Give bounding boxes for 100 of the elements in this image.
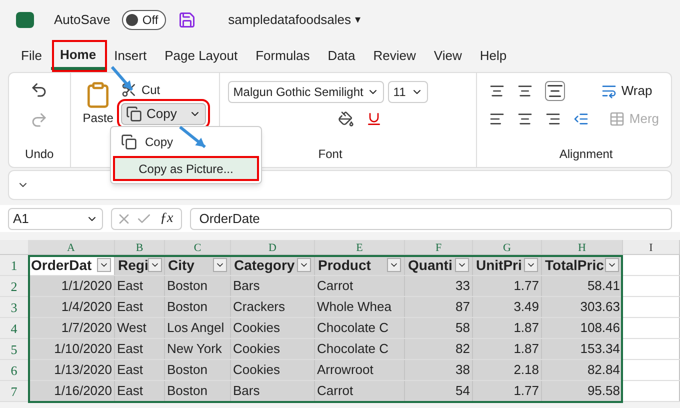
row-number[interactable]: 1 — [0, 255, 28, 275]
table-cell: Carrot — [315, 381, 405, 401]
scissors-icon — [121, 82, 138, 98]
ribbon-tab[interactable]: Review — [364, 42, 425, 70]
table-cell: 1.77 — [473, 381, 542, 401]
filter-dropdown-icon[interactable] — [213, 258, 227, 272]
table-cell: 58 — [405, 318, 473, 338]
table-cell: 38 — [405, 360, 473, 380]
cut-button[interactable]: Cut — [121, 81, 206, 99]
column-header[interactable]: D — [231, 240, 315, 254]
wrap-button[interactable]: Wrap — [601, 81, 652, 101]
table-header-cell-text: Regi — [118, 256, 148, 275]
fill-color-icon[interactable] — [338, 111, 354, 127]
ribbon-tab[interactable]: File — [12, 42, 51, 70]
table-cell: Crackers — [231, 297, 315, 317]
align-right-icon[interactable] — [545, 110, 562, 127]
autosave-toggle[interactable]: Off — [122, 10, 166, 30]
ribbon-tab[interactable]: Data — [318, 42, 364, 70]
name-box[interactable]: A1 — [8, 208, 103, 230]
align-left-icon[interactable] — [489, 110, 506, 127]
column-header[interactable]: G — [473, 240, 542, 254]
table-cell: 153.34 — [542, 339, 623, 359]
column-header[interactable]: B — [115, 240, 165, 254]
title-menu-caret[interactable]: ▾ — [355, 12, 362, 28]
formula-field[interactable]: OrderDate — [190, 208, 672, 230]
excel-logo-icon — [16, 12, 34, 28]
align-top-icon[interactable] — [489, 83, 506, 99]
align-middle-icon[interactable] — [517, 83, 534, 99]
font-name-field[interactable]: Malgun Gothic Semilight — [228, 81, 384, 103]
group-label: Alignment — [558, 146, 614, 163]
table-cell: 1.87 — [473, 318, 542, 338]
table-cell: 1.87 — [473, 339, 542, 359]
table-cell: East — [115, 381, 165, 401]
row-number[interactable]: 4 — [0, 318, 28, 338]
table-cell: East — [115, 360, 165, 380]
copy-icon — [126, 106, 142, 122]
undo-icon[interactable] — [30, 81, 48, 99]
group-label: Undo — [25, 146, 54, 163]
highlight-frame — [52, 40, 107, 72]
table-cell: Boston — [165, 381, 231, 401]
autosave-label: AutoSave — [54, 11, 110, 30]
table-cell: 108.46 — [542, 318, 623, 338]
align-bottom-icon[interactable] — [545, 81, 566, 101]
table-cell: Whole Whea — [315, 297, 405, 317]
row-number[interactable]: 6 — [0, 360, 28, 380]
table-cell: Cookies — [231, 360, 315, 380]
table-cell: East — [115, 297, 165, 317]
filter-dropdown-icon[interactable] — [605, 258, 619, 272]
table-cell: 1/7/2020 — [28, 318, 115, 338]
table-header-cell-text: Quanti — [408, 256, 454, 275]
menu-item[interactable]: Copy — [113, 129, 259, 154]
table-cell: 33 — [405, 276, 473, 296]
table-header-cell-text: OrderDat — [31, 256, 93, 274]
ribbon-tab[interactable]: Insert — [105, 42, 156, 70]
ribbon-tab[interactable]: View — [424, 42, 471, 70]
copy-icon — [121, 134, 137, 150]
ribbon-tab[interactable]: Formulas — [246, 42, 319, 70]
ribbon-tab[interactable]: Page Layout — [156, 42, 247, 70]
menu-item[interactable]: Copy as Picture... — [113, 156, 259, 181]
grid-icon — [609, 110, 626, 127]
row-number[interactable]: 7 — [0, 381, 28, 401]
row-number[interactable]: 5 — [0, 339, 28, 359]
table-cell: Bars — [231, 381, 315, 401]
table-cell: 82.84 — [542, 360, 623, 380]
table-cell: 95.58 — [542, 381, 623, 401]
arrow — [179, 126, 206, 148]
column-header[interactable]: I — [623, 240, 680, 254]
save-icon[interactable] — [178, 11, 196, 29]
ribbon-tab[interactable]: Help — [470, 42, 516, 70]
column-header[interactable]: A — [28, 240, 115, 254]
indent-decrease-icon[interactable] — [573, 110, 590, 127]
sort-filter-icon[interactable] — [97, 258, 111, 272]
column-header[interactable]: H — [542, 240, 623, 254]
table-header-cell-text: TotalPric — [545, 256, 605, 274]
table-cell: Chocolate C — [315, 339, 405, 359]
table-cell: 87 — [405, 297, 473, 317]
font-size-field[interactable]: 11 — [388, 81, 428, 103]
filter-dropdown-icon[interactable] — [148, 258, 162, 272]
table-cell: Chocolate C — [315, 318, 405, 338]
table-cell: Boston — [165, 276, 231, 296]
row-number[interactable]: 2 — [0, 276, 28, 296]
table-cell: 1/13/2020 — [28, 360, 115, 380]
row-number[interactable]: 3 — [0, 297, 28, 317]
column-header[interactable]: E — [315, 240, 405, 254]
filter-dropdown-icon[interactable] — [387, 258, 401, 272]
table-cell: 1/16/2020 — [28, 381, 115, 401]
filter-dropdown-icon[interactable] — [455, 258, 469, 272]
table-cell: 2.18 — [473, 360, 542, 380]
workbook-title[interactable]: sampledatafoodsales — [228, 10, 352, 30]
column-header[interactable]: C — [165, 240, 231, 254]
font-color-icon[interactable] — [366, 111, 382, 127]
table-header-cell-text: City — [168, 256, 196, 275]
table-cell: 303.63 — [542, 297, 623, 317]
filter-dropdown-icon[interactable] — [524, 258, 538, 272]
table-cell: East — [115, 276, 165, 296]
paste-button[interactable]: Paste — [82, 81, 114, 139]
filter-dropdown-icon[interactable] — [297, 258, 311, 272]
table-cell: East — [115, 339, 165, 359]
column-header[interactable]: F — [405, 240, 473, 254]
align-center-icon[interactable] — [517, 110, 534, 127]
